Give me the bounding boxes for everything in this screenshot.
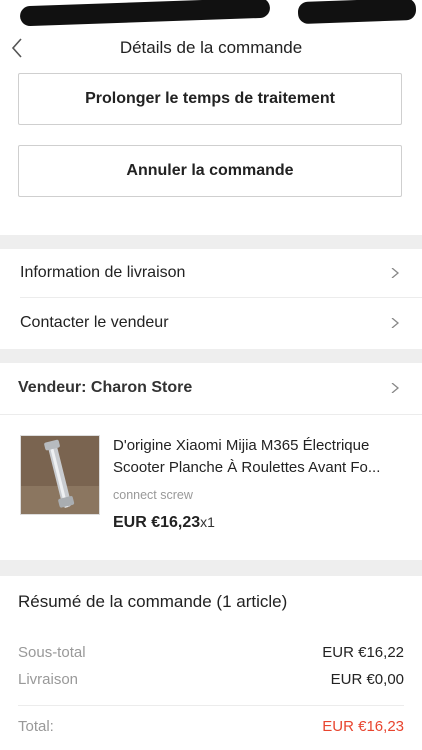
product-title[interactable]: D'origine Xiaomi Mijia M365 Électrique S… bbox=[113, 435, 408, 479]
extend-processing-time-button[interactable]: Prolonger le temps de traitement bbox=[18, 73, 402, 125]
vendor-name: Vendeur: Charon Store bbox=[18, 379, 193, 396]
header: Détails de la commande bbox=[0, 30, 422, 70]
total-value: EUR €16,23 bbox=[322, 718, 404, 735]
screw-image bbox=[21, 436, 99, 514]
product-variant: connect screw bbox=[113, 488, 193, 502]
contact-seller-label: Contacter le vendeur bbox=[20, 314, 169, 331]
product-image[interactable] bbox=[20, 435, 100, 515]
vendor-row[interactable]: Vendeur: Charon Store bbox=[0, 363, 422, 413]
chevron-right-icon bbox=[391, 383, 400, 393]
chevron-right-icon bbox=[391, 318, 400, 328]
redaction-scribble bbox=[297, 0, 417, 25]
divider bbox=[0, 414, 422, 415]
divider bbox=[20, 297, 422, 298]
chevron-right-icon bbox=[391, 268, 400, 278]
redacted-top-bar bbox=[0, 0, 422, 30]
redaction-scribble bbox=[19, 0, 271, 27]
contact-seller-link[interactable]: Contacter le vendeur bbox=[0, 299, 422, 347]
cancel-order-button[interactable]: Annuler la commande bbox=[18, 145, 402, 197]
delivery-info-label: Information de livraison bbox=[20, 264, 186, 281]
section-separator bbox=[0, 560, 422, 576]
order-summary-title: Résumé de la commande (1 article) bbox=[18, 592, 288, 611]
product-price-line: EUR €16,23x1 bbox=[113, 514, 215, 532]
section-separator bbox=[0, 235, 422, 249]
shipping-row: Livraison EUR €0,00 bbox=[18, 671, 404, 688]
section-separator bbox=[0, 349, 422, 363]
product-price: EUR €16,23 bbox=[113, 514, 201, 531]
subtotal-value: EUR €16,22 bbox=[322, 644, 404, 661]
subtotal-label: Sous-total bbox=[18, 644, 86, 661]
shipping-value: EUR €0,00 bbox=[330, 671, 404, 688]
product-quantity: x1 bbox=[200, 514, 215, 530]
shipping-label: Livraison bbox=[18, 671, 79, 688]
total-label: Total: bbox=[18, 718, 54, 735]
divider bbox=[18, 705, 404, 706]
page-title: Détails de la commande bbox=[119, 38, 303, 57]
delivery-info-link[interactable]: Information de livraison bbox=[0, 249, 422, 297]
product-item[interactable]: D'origine Xiaomi Mijia M365 Électrique S… bbox=[0, 430, 422, 540]
total-row: Total: EUR €16,23 bbox=[18, 718, 404, 735]
subtotal-row: Sous-total EUR €16,22 bbox=[18, 644, 404, 661]
